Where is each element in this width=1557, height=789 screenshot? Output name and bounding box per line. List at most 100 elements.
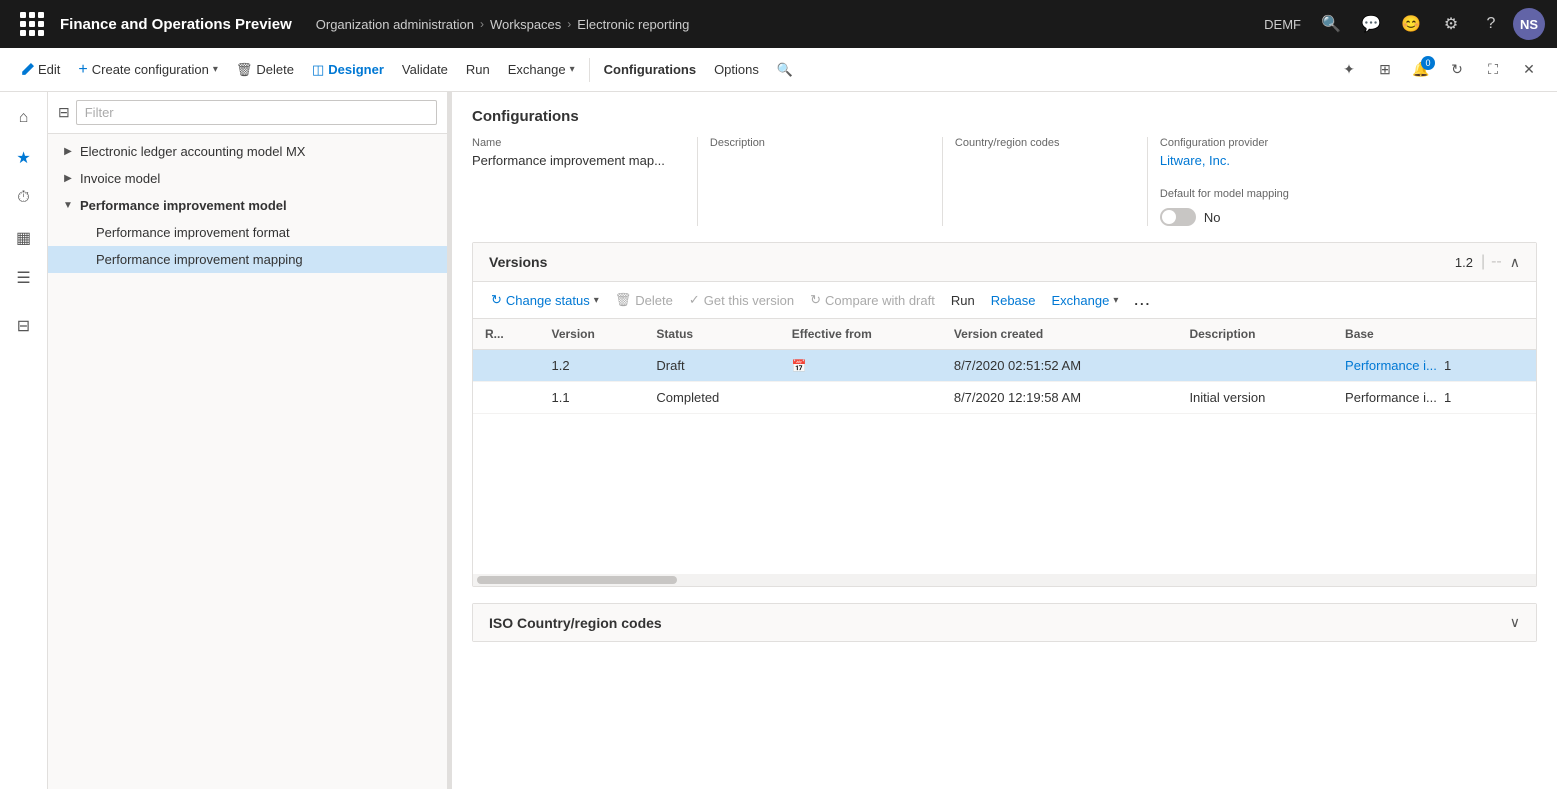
config-provider-field: Configuration provider Litware, Inc. Def… [1160,137,1360,226]
cmd-layout-icon[interactable]: ⊞ [1369,54,1401,86]
cmd-expand-icon[interactable]: ⛶ [1477,54,1509,86]
cmd-edit[interactable]: Edit [12,58,68,81]
filter-icon[interactable]: ⊟ [58,104,70,121]
mapping-toggle-row: No [1160,208,1340,226]
cell-r-2 [473,382,539,414]
compare-icon: ↻ [810,292,821,308]
filter-input[interactable] [76,100,437,125]
cmd-delete[interactable]: 🗑 Delete [228,58,302,82]
vtool-run[interactable]: Run [945,289,981,312]
cmd-options[interactable]: Options [706,58,767,81]
exchange-dropdown-icon: ▾ [570,64,575,75]
config-provider-value[interactable]: Litware, Inc. [1160,153,1340,168]
settings-btn[interactable]: ⚙ [1433,6,1469,42]
search-inline-icon: 🔍 [777,62,793,78]
vtool-more[interactable]: ... [1128,289,1157,312]
plus-icon: + [78,62,87,78]
versions-table-scroll: R... Version Status Effective from Versi… [473,319,1536,574]
tree-item-electronic-ledger[interactable]: ▶ Electronic ledger accounting model MX [48,138,447,165]
comment-btn[interactable]: 💬 [1353,6,1389,42]
versions-collapse-btn[interactable]: ∧ [1510,254,1520,271]
tree-item-performance-model[interactable]: ▼ Performance improvement model [48,192,447,219]
iso-title: ISO Country/region codes [489,615,662,631]
vtool-delete[interactable]: 🗑 Delete [609,288,679,312]
cmd-validate[interactable]: Validate [394,58,456,81]
tree-item-performance-mapping[interactable]: Performance improvement mapping [48,246,447,273]
cmd-search-inline[interactable]: 🔍 [769,58,801,82]
vtool-get-version[interactable]: ✓ Get this version [683,288,800,312]
user-avatar[interactable]: NS [1513,8,1545,40]
main-content: Configurations Name Performance improvem… [452,92,1557,789]
cmd-run[interactable]: Run [458,58,498,81]
side-nav-calendar[interactable]: ▦ [6,220,42,256]
cell-created-2: 8/7/2020 12:19:58 AM [942,382,1178,414]
side-nav-home[interactable]: ⌂ [6,100,42,136]
cmd-designer[interactable]: ◫ Designer [304,58,392,82]
vtool-exchange[interactable]: Exchange ▾ [1046,289,1125,312]
cell-r-1 [473,350,539,382]
breadcrumb-sep-2: › [567,17,571,31]
side-nav: ⌂ ★ ⏱ ▦ ☰ ⊟ [0,92,48,789]
table-row[interactable]: 1.1 Completed 8/7/2020 12:19:58 AM Initi… [473,382,1536,414]
cmd-notification-icon[interactable]: 🔔0 [1405,54,1437,86]
tree-arrow-3: ▼ [60,200,76,211]
environment-label: DEMF [1264,17,1301,32]
col-r: R... [473,319,539,350]
field-sep-2 [942,137,943,226]
cell-created-1: 8/7/2020 02:51:52 AM [942,350,1178,382]
horizontal-scrollbar[interactable] [473,574,1536,586]
dropdown-arrow: ▾ [213,64,218,75]
versions-table-header: R... Version Status Effective from Versi… [473,319,1536,350]
breadcrumb-item-3[interactable]: Electronic reporting [577,17,689,32]
waffle-icon [20,12,44,36]
table-empty-space [473,414,1536,574]
tree-arrow-2: ▶ [60,173,76,184]
top-bar-actions: DEMF 🔍 💬 😊 ⚙ ? NS [1264,6,1545,42]
side-nav-filter[interactable]: ⊟ [6,308,42,344]
tree-item-invoice-model[interactable]: ▶ Invoice model [48,165,447,192]
cell-status-1: Draft [644,350,779,382]
cmd-refresh-icon[interactable]: ↻ [1441,54,1473,86]
vtool-delete-icon: 🗑 [615,292,632,308]
cmd-close-icon[interactable]: ✕ [1513,54,1545,86]
config-name-field: Name Performance improvement map... [472,137,685,226]
side-nav-recent[interactable]: ⏱ [6,180,42,216]
cell-base-1: Performance i... 1 [1333,350,1536,382]
cell-status-2: Completed [644,382,779,414]
scroll-thumb[interactable] [477,576,677,584]
config-desc-label: Description [710,137,910,149]
cmd-configurations[interactable]: Configurations [596,58,704,81]
table-row[interactable]: 1.2 Draft 📅 8/7/2020 02:51:52 AM Perform… [473,350,1536,382]
breadcrumb-item-1[interactable]: Organization administration [316,17,474,32]
versions-title: Versions [489,254,547,270]
cell-version-2: 1.1 [539,382,644,414]
iso-section: ISO Country/region codes ∨ [472,603,1537,642]
vtool-rebase[interactable]: Rebase [985,289,1042,312]
mapping-toggle[interactable] [1160,208,1196,226]
cmd-create-config[interactable]: + Create configuration ▾ [70,58,225,82]
mapping-value: No [1204,210,1221,225]
versions-dash: -- [1491,253,1502,271]
tree-item-performance-format[interactable]: Performance improvement format [48,219,447,246]
col-created: Version created [942,319,1178,350]
side-nav-list[interactable]: ☰ [6,260,42,296]
config-country-field: Country/region codes [955,137,1135,226]
vtool-compare[interactable]: ↻ Compare with draft [804,288,941,312]
cmd-settings-icon[interactable]: ✦ [1333,54,1365,86]
side-nav-star[interactable]: ★ [6,140,42,176]
waffle-menu[interactable] [12,0,52,48]
iso-header[interactable]: ISO Country/region codes ∨ [473,604,1536,641]
emoji-btn[interactable]: 😊 [1393,6,1429,42]
cmd-exchange[interactable]: Exchange ▾ [500,58,583,81]
tree-panel: ⊟ ▶ Electronic ledger accounting model M… [48,92,448,789]
cell-desc-1 [1177,350,1333,382]
help-btn[interactable]: ? [1473,6,1509,42]
search-btn[interactable]: 🔍 [1313,6,1349,42]
main-layout: ⌂ ★ ⏱ ▦ ☰ ⊟ ⊟ ▶ Electronic ledger accoun… [0,92,1557,789]
calendar-icon[interactable]: 📅 [792,359,807,373]
vtool-change-status[interactable]: ↻ Change status ▾ [485,288,605,312]
base-link-1[interactable]: Performance i... [1345,358,1437,373]
breadcrumb-item-2[interactable]: Workspaces [490,17,561,32]
breadcrumb-sep-1: › [480,17,484,31]
iso-chevron-icon: ∨ [1510,614,1520,631]
